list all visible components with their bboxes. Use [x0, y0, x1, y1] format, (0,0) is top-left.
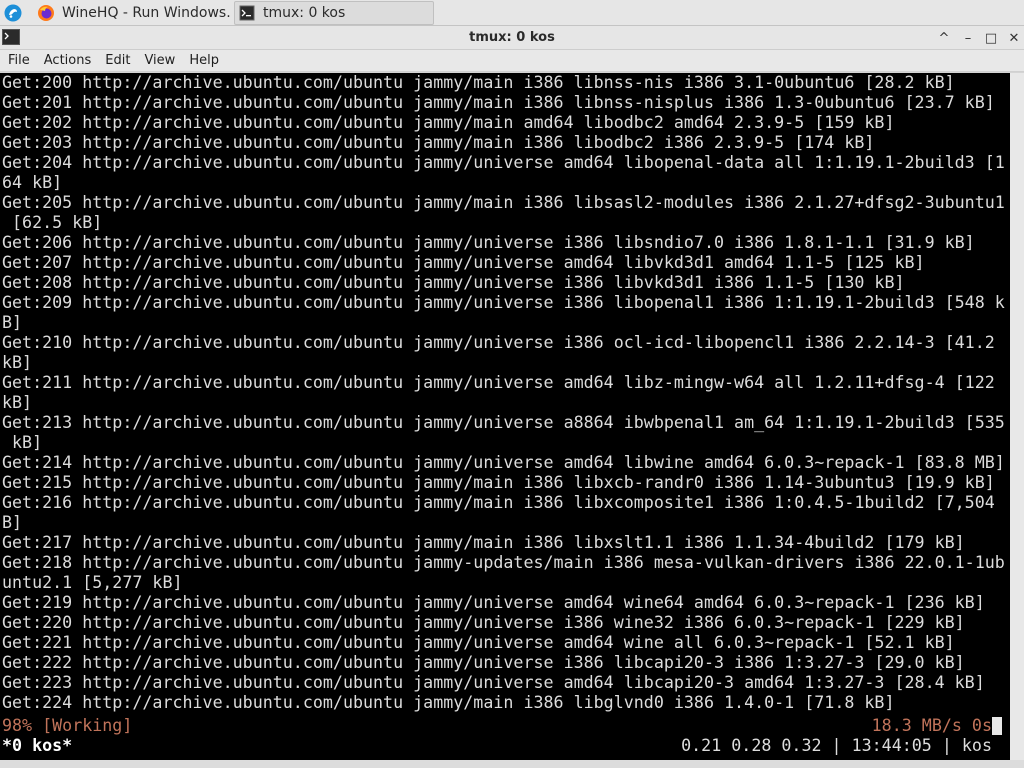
terminal-line: Get:216 http://archive.ubuntu.com/ubuntu…	[2, 493, 995, 512]
menu-actions[interactable]: Actions	[37, 50, 99, 72]
firefox-icon	[36, 3, 56, 23]
terminal-line: Get:200 http://archive.ubuntu.com/ubuntu…	[2, 73, 955, 92]
terminal-line: Get:211 http://archive.ubuntu.com/ubuntu…	[2, 373, 995, 392]
terminal-line: Get:214 http://archive.ubuntu.com/ubuntu…	[2, 453, 1005, 472]
terminal-line: Get:222 http://archive.ubuntu.com/ubuntu…	[2, 653, 965, 672]
minimize-icon: –	[964, 30, 972, 46]
terminal-line: Get:205 http://archive.ubuntu.com/ubuntu…	[2, 193, 1005, 212]
tmux-status-right: 0.21 0.28 0.32 | 13:44:05 | kos	[681, 736, 992, 755]
menu-help[interactable]: Help	[182, 50, 226, 72]
menu-edit[interactable]: Edit	[98, 50, 137, 72]
terminal-line: B]	[2, 513, 23, 532]
terminal-line: Get:208 http://archive.ubuntu.com/ubuntu…	[2, 273, 905, 292]
terminal-line: Get:218 http://archive.ubuntu.com/ubuntu…	[2, 553, 1005, 572]
tmux-window-indicator[interactable]: *0 kos*	[2, 736, 72, 756]
terminal-line: kB]	[2, 433, 43, 452]
terminal-line: Get:202 http://archive.ubuntu.com/ubuntu…	[2, 113, 895, 132]
terminal-line: Get:210 http://archive.ubuntu.com/ubuntu…	[2, 333, 995, 352]
apt-download-speed: 18.3 MB/s 0s	[871, 716, 992, 735]
menu-view[interactable]: View	[137, 50, 182, 72]
minimize-button[interactable]: –	[959, 29, 977, 47]
menu-file[interactable]: File	[0, 50, 37, 72]
terminal-line: B]	[2, 313, 23, 332]
terminal-output[interactable]: Get:200 http://archive.ubuntu.com/ubuntu…	[0, 73, 1010, 760]
terminal-line: Get:201 http://archive.ubuntu.com/ubuntu…	[2, 93, 995, 112]
terminal-line: Get:209 http://archive.ubuntu.com/ubuntu…	[2, 293, 1005, 312]
terminal-line: Get:219 http://archive.ubuntu.com/ubuntu…	[2, 593, 985, 612]
taskbar-item-firefox[interactable]: WineHQ - Run Windows...	[34, 1, 232, 25]
window-bottom-frame	[0, 760, 1024, 768]
terminal-line: Get:217 http://archive.ubuntu.com/ubuntu…	[2, 533, 965, 552]
app-menu-icon[interactable]	[2, 3, 24, 23]
terminal-line: Get:223 http://archive.ubuntu.com/ubuntu…	[2, 673, 985, 692]
terminal-line: kB]	[2, 393, 33, 412]
window-titlebar[interactable]: tmux: 0 kos ^ – □ ✕	[0, 26, 1024, 50]
terminal-icon	[237, 3, 257, 23]
terminal-line: Get:224 http://archive.ubuntu.com/ubuntu…	[2, 693, 895, 712]
chevron-up-icon: ^	[938, 30, 950, 46]
terminal-line: Get:213 http://archive.ubuntu.com/ubuntu…	[2, 413, 1005, 432]
taskbar: WineHQ - Run Windows... tmux: 0 kos	[0, 0, 1024, 26]
terminal-line: Get:221 http://archive.ubuntu.com/ubuntu…	[2, 633, 955, 652]
terminal-scrollbar[interactable]	[1010, 73, 1024, 760]
maximize-button[interactable]: □	[982, 29, 1000, 47]
close-button[interactable]: ✕	[1005, 29, 1023, 47]
terminal-line: Get:206 http://archive.ubuntu.com/ubuntu…	[2, 233, 975, 252]
window-title: tmux: 0 kos	[469, 30, 555, 45]
taskbar-item-terminal[interactable]: tmux: 0 kos	[234, 1, 434, 25]
apt-progress-status: 98% [Working]	[2, 716, 133, 735]
terminal-line: [62.5 kB]	[2, 213, 103, 232]
terminal-line: Get:204 http://archive.ubuntu.com/ubuntu…	[2, 153, 1005, 172]
taskbar-item-label: tmux: 0 kos	[263, 5, 346, 21]
terminal-cursor	[992, 717, 1002, 735]
terminal-line: kB]	[2, 353, 33, 372]
terminal-line: Get:215 http://archive.ubuntu.com/ubuntu…	[2, 473, 995, 492]
terminal-line: untu2.1 [5,277 kB]	[2, 573, 183, 592]
keep-above-button[interactable]: ^	[935, 29, 953, 47]
taskbar-item-label: WineHQ - Run Windows...	[62, 5, 232, 21]
terminal-line: 64 kB]	[2, 173, 63, 192]
terminal-line: Get:203 http://archive.ubuntu.com/ubuntu…	[2, 133, 875, 152]
close-icon: ✕	[1008, 30, 1020, 46]
terminal-line: Get:207 http://archive.ubuntu.com/ubuntu…	[2, 253, 925, 272]
menubar: File Actions Edit View Help	[0, 50, 1024, 72]
terminal-line: Get:220 http://archive.ubuntu.com/ubuntu…	[2, 613, 965, 632]
maximize-icon: □	[984, 30, 998, 46]
